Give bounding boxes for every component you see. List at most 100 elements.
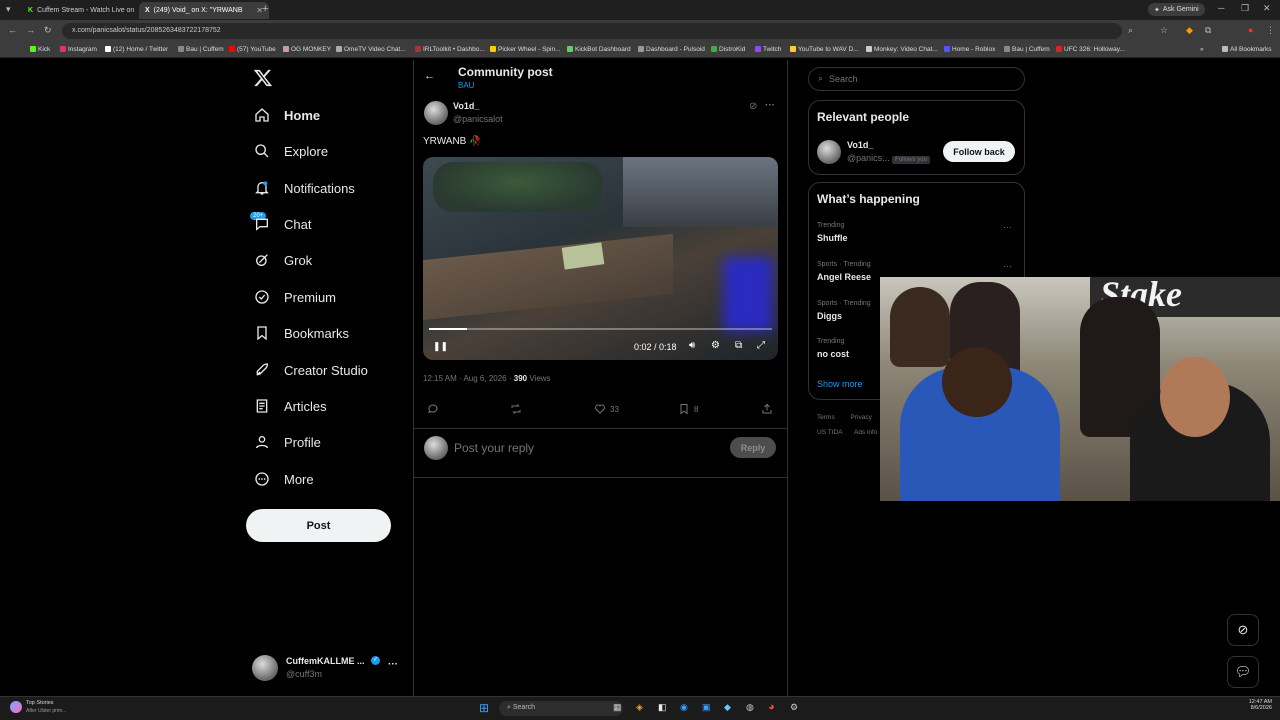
tab-cuffem-stream[interactable]: K Cuffem Stream - Watch Live on ✕ — [22, 2, 152, 19]
bookmark-item[interactable]: YouTube to WAV D... — [790, 46, 859, 53]
account-switcher[interactable]: CuffemKALLME ... ✓ @cuff3m ··· — [252, 654, 402, 682]
store-icon[interactable]: ▣ — [702, 702, 711, 713]
back-icon[interactable]: ← — [8, 25, 17, 35]
app-icon[interactable]: ◆ — [724, 702, 731, 713]
grok-float-button[interactable]: ⊘ — [1227, 614, 1259, 646]
bookmarks-overflow-icon[interactable]: » — [1200, 46, 1204, 53]
edge-icon[interactable]: ◉ — [680, 702, 688, 713]
show-more-link[interactable]: Show more — [817, 379, 863, 389]
minimize-icon[interactable]: ─ — [1218, 3, 1224, 13]
more-dots-icon[interactable]: ··· — [388, 659, 398, 670]
star-icon[interactable]: ☆ — [1160, 25, 1168, 36]
bookmark-item[interactable]: Bau | Cuffem — [1004, 46, 1050, 53]
bookmark-item[interactable]: IRLToolkit • Dashbo... — [415, 46, 485, 53]
messages-float-button[interactable]: 💬︎ — [1227, 656, 1259, 688]
bookmark-item[interactable]: OmeTV Video Chat... — [336, 46, 406, 53]
windows-start-icon[interactable]: ⊞ — [479, 701, 489, 715]
more-dots-icon[interactable]: ··· — [1003, 222, 1012, 232]
bookmark-item[interactable]: (57) YouTube — [229, 46, 276, 53]
nav-articles[interactable]: Articles — [254, 393, 327, 419]
restore-icon[interactable]: ❐ — [1241, 3, 1249, 14]
footer-ads-link[interactable]: Ads info — [854, 429, 878, 436]
nav-more[interactable]: More — [254, 466, 314, 492]
chrome-icon[interactable]: ◕ — [768, 701, 775, 713]
nav-chat[interactable]: Chat — [254, 211, 311, 237]
footer-terms-link[interactable]: Terms — [817, 414, 835, 421]
clock[interactable]: 12:47 AM 8/6/2026 — [1240, 699, 1272, 711]
volume-icon[interactable]: 🔊︎ — [689, 340, 695, 351]
bookmark-item[interactable]: Home - Roblox — [944, 46, 995, 53]
grok-icon[interactable]: ⊘ — [749, 101, 757, 112]
tab-menu-icon[interactable]: ▾ — [6, 4, 11, 15]
app-icon[interactable]: ◧ — [658, 702, 667, 713]
new-tab-icon[interactable]: + — [262, 3, 268, 15]
all-bookmarks[interactable]: All Bookmarks — [1222, 46, 1272, 53]
author-handle[interactable]: @panicsalot — [453, 114, 503, 124]
repost-action[interactable] — [510, 403, 522, 415]
pause-icon[interactable]: ❚❚ — [433, 341, 448, 352]
bookmark-item[interactable]: OG MONKEY — [283, 46, 331, 53]
bookmark-item[interactable]: Picker Wheel - Spin... — [490, 46, 561, 53]
person-name[interactable]: Vo1d_ — [847, 140, 873, 150]
extensions-puzzle-icon[interactable]: ⧉ — [1205, 25, 1211, 36]
more-dots-icon[interactable]: ··· — [1003, 261, 1012, 271]
nav-notifications[interactable]: Notifications — [254, 175, 355, 201]
bookmark-item[interactable]: (12) Home / Twitter — [105, 46, 168, 53]
app-icon[interactable]: ◍ — [746, 702, 754, 713]
video-player[interactable]: ❚❚ 0:02 / 0:18 🔊︎ ⚙ ⧉ ⤢ — [423, 157, 778, 360]
more-dots-icon[interactable]: ··· — [765, 100, 775, 111]
video-progress-track[interactable] — [429, 328, 772, 330]
nav-explore[interactable]: Explore — [254, 138, 328, 164]
author-avatar[interactable] — [424, 101, 448, 125]
reply-action[interactable] — [427, 403, 439, 415]
bookmark-item[interactable]: Bau | Cuffem — [178, 46, 224, 53]
nav-home[interactable]: Home — [254, 102, 320, 128]
reply-input[interactable]: Post your reply — [454, 441, 534, 455]
settings-gear-icon[interactable]: ⚙ — [790, 702, 798, 713]
file-explorer-icon[interactable]: ▦ — [613, 702, 622, 713]
person-avatar[interactable] — [817, 140, 841, 164]
bookmark-item[interactable]: UFC 326: Holloway... — [1056, 46, 1125, 53]
fullscreen-icon[interactable]: ⤢ — [757, 340, 765, 351]
bookmark-item[interactable]: Dashboard - Pulsoid — [638, 46, 705, 53]
bookmark-action[interactable]: 8 — [678, 403, 698, 415]
tab-x-post[interactable]: X (249) Void_ on X: "YRWANB ✕ — [139, 2, 269, 19]
url-field[interactable]: x.com/panicsalot/status/2085263483722178… — [62, 23, 1122, 39]
app-icon[interactable]: ◈ — [636, 702, 643, 713]
like-action[interactable]: 33 — [594, 403, 619, 415]
profile-avatar-icon[interactable]: ● — [1248, 25, 1253, 35]
nav-premium[interactable]: Premium — [254, 284, 336, 310]
settings-gear-icon[interactable]: ⚙ — [711, 340, 720, 351]
back-arrow-icon[interactable]: ← — [424, 70, 435, 82]
x-logo-icon[interactable] — [253, 68, 273, 88]
close-window-icon[interactable]: ✕ — [1263, 3, 1271, 14]
footer-privacy-link[interactable]: Privacy — [851, 414, 872, 421]
bookmark-item[interactable]: Kick — [30, 46, 50, 53]
taskbar-search[interactable]: ⌕ Search — [499, 701, 623, 716]
nav-creator-studio[interactable]: Creator Studio — [254, 357, 368, 383]
nav-profile[interactable]: Profile — [254, 429, 321, 455]
bookmark-item[interactable]: Instagram — [60, 46, 97, 53]
picture-in-picture-icon[interactable]: ⧉ — [735, 340, 742, 351]
bookmark-item[interactable]: DistroKid — [711, 46, 745, 53]
follow-back-button[interactable]: Follow back — [943, 141, 1015, 162]
bookmark-item[interactable]: KickBot Dashboard — [567, 46, 631, 53]
post-button[interactable]: Post — [246, 509, 391, 542]
forward-icon[interactable]: → — [26, 25, 35, 35]
author-name[interactable]: Vo1d_ — [453, 101, 479, 111]
community-name[interactable]: BAU — [458, 81, 474, 90]
zoom-icon[interactable]: ⌕ — [1128, 25, 1133, 36]
news-widget-icon[interactable] — [10, 701, 22, 713]
bookmark-item[interactable]: Monkey: Video Chat... — [866, 46, 938, 53]
reply-button[interactable]: Reply — [730, 437, 776, 458]
ask-gemini-button[interactable]: ✦ Ask Gemini — [1148, 3, 1205, 16]
nav-grok[interactable]: Grok — [254, 247, 312, 273]
reload-icon[interactable]: ↻ — [44, 25, 52, 36]
bookmark-item[interactable]: Twitch — [755, 46, 781, 53]
post-timestamp[interactable]: 12:15 AM · Aug 6, 2026 · — [423, 374, 512, 383]
browser-menu-icon[interactable]: ⋮ — [1266, 25, 1275, 36]
search-input[interactable]: ⌕ Search — [808, 67, 1025, 91]
footer-link[interactable]: US TIDA — [817, 429, 842, 436]
share-action[interactable] — [761, 403, 773, 415]
nav-bookmarks[interactable]: Bookmarks — [254, 320, 349, 346]
